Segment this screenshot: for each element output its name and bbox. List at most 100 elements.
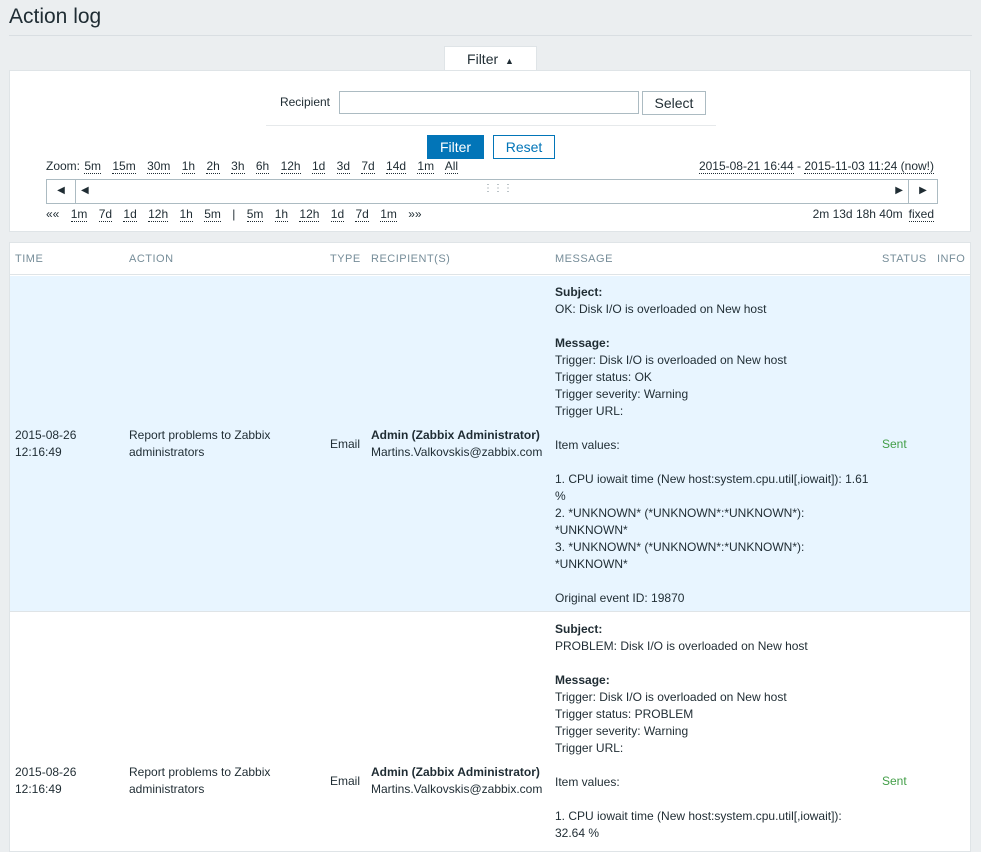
status-badge: Sent — [882, 437, 907, 451]
nav-back-7d[interactable]: 7d — [98, 207, 113, 222]
recipient-name: Admin (Zabbix Administrator) — [371, 765, 540, 779]
elapsed-display: 2m 13d 18h 40m fixed — [812, 207, 934, 222]
nav-back-all[interactable]: «« — [46, 207, 59, 221]
message-original-event: Original event ID: 19870 — [555, 591, 685, 605]
zoom-14d[interactable]: 14d — [386, 159, 407, 174]
scrollbar-track[interactable]: ◀ ⋮⋮⋮ ▶ — [76, 180, 908, 203]
zoom-1h[interactable]: 1h — [181, 159, 196, 174]
row-action-line2: administrators — [129, 782, 205, 796]
period-display: 2015-08-21 16:44 - 2015-11-03 11:24 (now… — [698, 159, 934, 174]
nav-back-12h[interactable]: 12h — [148, 207, 169, 222]
status-badge: Sent — [882, 774, 907, 788]
filter-tab[interactable]: Filter ▲ — [444, 46, 537, 71]
subject-text: PROBLEM: Disk I/O is overloaded on New h… — [555, 639, 808, 653]
period-from[interactable]: 2015-08-21 16:44 — [698, 159, 794, 174]
nav-fwd-7d[interactable]: 7d — [355, 207, 369, 222]
filter-tab-label: Filter — [467, 51, 499, 67]
message-label: Message: — [555, 673, 610, 687]
zoom-15m[interactable]: 15m — [112, 159, 136, 174]
row-type: Email — [330, 774, 361, 788]
fixed-toggle[interactable]: fixed — [908, 207, 934, 222]
nav-back-1d[interactable]: 1d — [123, 207, 137, 222]
message-trigger-status: Trigger status: PROBLEM — [555, 707, 694, 721]
message-trigger-severity: Trigger severity: Warning — [555, 724, 689, 738]
resize-left-icon[interactable]: ◀ — [81, 185, 89, 196]
nav-fwd-5m[interactable]: 5m — [246, 207, 264, 222]
nav-back-1h[interactable]: 1h — [179, 207, 193, 222]
recipient-input[interactable] — [339, 91, 639, 114]
zoom-3h[interactable]: 3h — [231, 159, 245, 174]
elapsed-time: 2m 13d 18h 40m — [812, 207, 903, 221]
message-item3-cont: *UNKNOWN* — [555, 557, 628, 571]
row-time: 2015-08-26 12:16:49 — [15, 427, 76, 461]
page-title: Action log — [9, 5, 102, 28]
select-recipient-button[interactable]: Select — [642, 91, 706, 115]
zoom-all[interactable]: All — [444, 159, 459, 174]
apply-filter-button[interactable]: Filter — [427, 135, 484, 159]
period-to[interactable]: 2015-11-03 11:24 (now!) — [804, 159, 934, 174]
nav-fwd-1h[interactable]: 1h — [274, 207, 289, 222]
recipient-email: Martins.Valkovskis@zabbix.com — [371, 445, 543, 459]
row-action-line1: Report problems to Zabbix — [129, 765, 271, 779]
nav-separator: | — [232, 207, 236, 221]
zoom-7d[interactable]: 7d — [361, 159, 375, 174]
message-trigger: Trigger: Disk I/O is overloaded on New h… — [555, 690, 787, 704]
row-type: Email — [330, 437, 361, 451]
title-divider — [9, 35, 972, 36]
row-clock: 12:16:49 — [15, 445, 62, 459]
filter-divider — [266, 125, 716, 126]
scroll-right-button[interactable]: ▶ — [908, 180, 937, 203]
resize-right-icon[interactable]: ▶ — [895, 185, 903, 196]
row-action-line1: Report problems to Zabbix — [129, 428, 271, 442]
message-item-values: Item values: — [555, 775, 620, 789]
table-header: TIME ACTION TYPE RECIPIENT(S) MESSAGE ST… — [10, 243, 970, 275]
message-trigger-url: Trigger URL: — [555, 741, 624, 755]
message-item-values: Item values: — [555, 438, 620, 452]
nav-fwd-all[interactable]: »» — [408, 207, 421, 221]
triangle-right-icon: ▶ — [919, 185, 927, 196]
zoom-6h[interactable]: 6h — [255, 159, 270, 174]
table-row: 2015-08-26 12:16:49 Report problems to Z… — [10, 276, 970, 612]
filter-panel: Recipient Select Filter Reset Zoom: 5m 1… — [9, 70, 971, 232]
zoom-2h[interactable]: 2h — [206, 159, 220, 174]
header-message: MESSAGE — [555, 253, 613, 265]
grip-icon[interactable]: ⋮⋮⋮ — [483, 183, 513, 194]
row-recipient: Admin (Zabbix Administrator) Martins.Val… — [371, 427, 542, 461]
nav-fwd-1m[interactable]: 1m — [380, 207, 397, 222]
zoom-1d[interactable]: 1d — [311, 159, 326, 174]
message-trigger-status: Trigger status: OK — [555, 370, 652, 384]
header-recipients: RECIPIENT(S) — [371, 253, 451, 265]
recipient-label: Recipient — [279, 95, 330, 109]
message-trigger: Trigger: Disk I/O is overloaded on New h… — [555, 353, 787, 367]
zoom-label: Zoom: — [46, 159, 81, 173]
scroll-left-button[interactable]: ◀ — [47, 180, 76, 203]
recipient-name: Admin (Zabbix Administrator) — [371, 428, 540, 442]
row-date: 2015-08-26 — [15, 428, 77, 442]
timeline-scrollbar[interactable]: ◀ ◀ ⋮⋮⋮ ▶ ▶ — [46, 179, 938, 204]
zoom-1m[interactable]: 1m — [417, 159, 435, 174]
message-item2: 2. *UNKNOWN* (*UNKNOWN*:*UNKNOWN*): — [555, 506, 805, 520]
row-action-line2: administrators — [129, 445, 205, 459]
reset-filter-button[interactable]: Reset — [493, 135, 555, 159]
message-trigger-url: Trigger URL: — [555, 404, 624, 418]
zoom-5m[interactable]: 5m — [84, 159, 102, 174]
zoom-controls: Zoom: 5m 15m 30m 1h 2h 3h 6h 12h 1d 3d 7… — [46, 159, 466, 174]
message-item1-cont: % — [555, 489, 566, 503]
triangle-up-icon: ▲ — [505, 56, 514, 66]
table-row: 2015-08-26 12:16:49 Report problems to Z… — [10, 613, 970, 851]
header-status: STATUS — [882, 253, 927, 265]
nav-fwd-1d[interactable]: 1d — [330, 207, 345, 222]
row-message: Subject: OK: Disk I/O is overloaded on N… — [555, 284, 885, 607]
header-time[interactable]: TIME — [15, 253, 43, 265]
zoom-12h[interactable]: 12h — [280, 159, 301, 174]
nav-back-5m[interactable]: 5m — [204, 207, 221, 222]
zoom-30m[interactable]: 30m — [147, 159, 171, 174]
nav-fwd-12h[interactable]: 12h — [299, 207, 320, 222]
row-recipient: Admin (Zabbix Administrator) Martins.Val… — [371, 764, 542, 798]
message-item1: 1. CPU iowait time (New host:system.cpu.… — [555, 809, 842, 823]
nav-back-1m[interactable]: 1m — [70, 207, 88, 222]
zoom-3d[interactable]: 3d — [336, 159, 350, 174]
